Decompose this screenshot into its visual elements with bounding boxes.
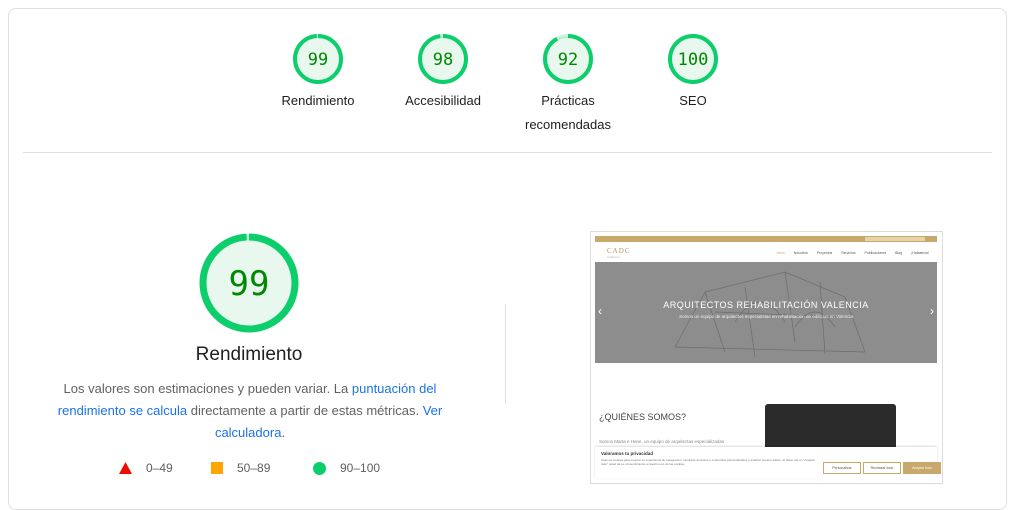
- site-navbar: CADC arquitectos Inicio Nosotros Proyectos S…: [595, 244, 937, 262]
- cookie-accept-button[interactable]: Aceptar todo: [903, 462, 941, 474]
- about-title: ¿QUIÉNES SOMOS?: [599, 412, 687, 422]
- score-ring: 100: [668, 34, 718, 84]
- score-ring: 92: [543, 34, 593, 84]
- cookie-title: Valoramos tu privacidad: [601, 451, 654, 456]
- desc-text: directamente a partir de estas métricas.: [187, 403, 423, 418]
- section-divider: [23, 152, 992, 153]
- site-hero: ‹ › ARQUITECTOS REHABILITACIÓN VALENCIA …: [595, 262, 937, 363]
- main-score-gauge: 99: [199, 233, 299, 333]
- gauge-label: Rendimiento: [281, 93, 355, 108]
- cookie-customize-button[interactable]: Personalizar: [823, 462, 861, 474]
- site-menu: Inicio Nosotros Proyectos Servicios Publicac…: [776, 251, 929, 255]
- category-gauges: 99 Rendimiento 98 Accesibilidad 92 Práct…: [9, 33, 1006, 153]
- cookie-text: Usamos cookies para mejorar su experienc…: [601, 458, 815, 466]
- score-description: Los valores son estimaciones y pueden va…: [55, 378, 445, 444]
- hero-title: ARQUITECTOS REHABILITACIÓN VALENCIA: [663, 300, 869, 310]
- score-ring: 98: [418, 34, 468, 84]
- gauge-performance[interactable]: 99 Rendimiento: [263, 33, 373, 113]
- site-logo: CADC arquitectos: [607, 247, 631, 259]
- gauge-score: 100: [678, 50, 709, 70]
- main-score: 99: [229, 264, 270, 304]
- vertical-divider: [505, 304, 506, 404]
- about-text: Somos Marta e Hene, un equipo de arquite…: [599, 439, 725, 444]
- green-circle-icon: [313, 461, 326, 475]
- main-category-title: Rendimiento: [195, 344, 303, 365]
- score-ring: 99: [293, 34, 343, 84]
- legend-average: 50–89: [211, 461, 270, 475]
- gauge-score: 99: [308, 50, 328, 70]
- lighthouse-report-card: 99 Rendimiento 98 Accesibilidad 92 Práct…: [8, 8, 1007, 510]
- legend-range: 90–100: [340, 461, 381, 475]
- gauge-best-practices[interactable]: 92 Prácticas recomendadas: [513, 33, 623, 137]
- cookie-reject-button[interactable]: Rechazar todo: [863, 462, 901, 474]
- desc-text: Los valores son estimaciones y pueden va…: [63, 381, 352, 396]
- gauge-accessibility[interactable]: 98 Accesibilidad: [388, 33, 498, 113]
- orange-square-icon: [211, 462, 223, 474]
- gauge-label: Prácticas recomendadas: [525, 93, 611, 132]
- legend-fail: 0–49: [119, 461, 173, 475]
- gauge-score: 92: [558, 50, 578, 70]
- cookie-banner: Valoramos tu privacidad Usamos cookies p…: [595, 447, 941, 479]
- sketch-illustration: [674, 271, 866, 358]
- hero-subtitle: Somos un equipo de arquitectos especiali…: [679, 314, 853, 319]
- legend-range: 50–89: [237, 461, 271, 475]
- legend-pass: 90–100: [313, 461, 380, 475]
- desc-text: .: [281, 425, 286, 440]
- gauge-seo[interactable]: 100 SEO: [638, 33, 748, 113]
- final-screenshot[interactable]: CADC arquitectos Inicio Nosotros Proyectos S…: [590, 231, 943, 484]
- gauge-label: SEO: [679, 93, 707, 108]
- gauge-score: 98: [433, 50, 453, 70]
- red-triangle-icon: [119, 462, 132, 474]
- legend-range: 0–49: [146, 461, 173, 475]
- gauge-label: Accesibilidad: [405, 93, 481, 108]
- site-topbar: [595, 236, 937, 242]
